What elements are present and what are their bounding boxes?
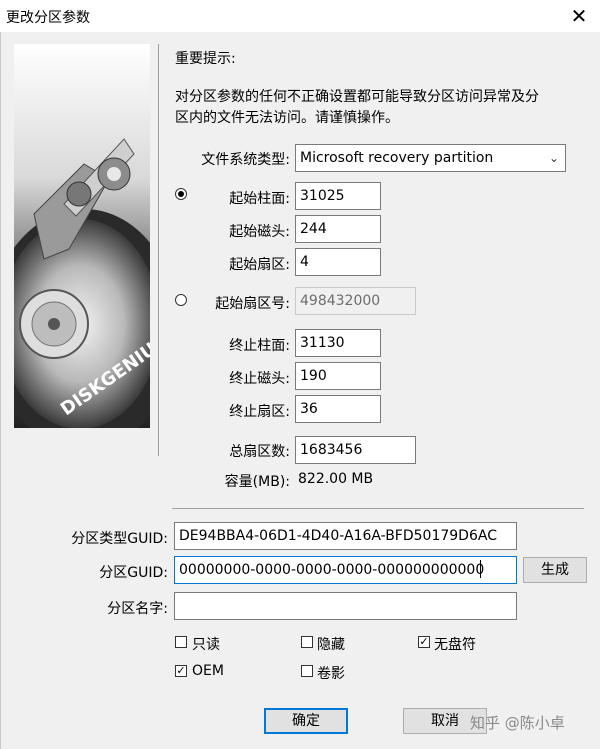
notice-line-2: 区内的文件无法访问。请谨慎操作。 <box>175 110 399 126</box>
ok-button[interactable]: 确定 <box>264 708 348 734</box>
start-sector-input[interactable]: 4 <box>295 248 381 276</box>
generate-guid-button[interactable]: 生成 <box>523 557 587 583</box>
close-button[interactable]: ✕ <box>565 3 593 29</box>
capacity-label: 容量(MB): <box>224 474 290 490</box>
start-head-label: 起始磁头: <box>229 224 290 240</box>
readonly-checkbox[interactable] <box>175 636 187 648</box>
text-caret <box>480 560 481 578</box>
type-guid-label: 分区类型GUID: <box>71 531 168 547</box>
no-drive-letter-checkbox[interactable]: ✓ <box>418 636 430 648</box>
start-lba-input[interactable]: 498432000 <box>295 287 416 315</box>
checkmark-icon: ✓ <box>176 664 186 677</box>
window-title: 更改分区参数 <box>6 10 90 26</box>
horizontal-divider <box>172 508 584 509</box>
fs-type-label: 文件系统类型: <box>201 152 290 168</box>
end-head-label: 终止磁头: <box>229 371 290 387</box>
total-sectors-input[interactable]: 1683456 <box>295 436 416 464</box>
partition-name-input[interactable] <box>174 592 517 620</box>
chevron-down-icon: ⌄ <box>548 151 559 165</box>
fs-type-select[interactable]: Microsoft recovery partition ⌄ <box>295 144 566 172</box>
notice-heading: 重要提示: <box>175 51 236 67</box>
hidden-label[interactable]: 隐藏 <box>317 634 345 654</box>
end-cylinder-input[interactable]: 31130 <box>295 329 381 357</box>
watermark-text: 知乎 @陈小卓 <box>470 714 565 732</box>
end-cylinder-label: 终止柱面: <box>229 338 290 354</box>
type-guid-input[interactable]: DE94BBA4-06D1-4D40-A16A-BFD50179D6AC <box>174 522 517 550</box>
start-cylinder-input[interactable]: 31025 <box>295 182 381 210</box>
window-border <box>0 32 1 749</box>
total-sectors-label: 总扇区数: <box>229 444 290 460</box>
hard-disk-illustration: DISKGENIUS <box>14 44 150 428</box>
oem-checkbox[interactable]: ✓ <box>175 665 187 677</box>
hidden-checkbox[interactable] <box>301 636 313 648</box>
no-drive-letter-label[interactable]: 无盘符 <box>434 634 476 654</box>
shadow-copy-checkbox[interactable] <box>301 665 313 677</box>
start-head-input[interactable]: 244 <box>295 215 381 243</box>
shadow-copy-label[interactable]: 卷影 <box>317 663 345 683</box>
vertical-divider <box>158 44 159 456</box>
title-bar <box>0 0 600 32</box>
lba-mode-radio[interactable] <box>175 294 187 306</box>
notice-line-1: 对分区参数的任何不正确设置都可能导致分区访问异常及分 <box>175 89 539 105</box>
end-sector-input[interactable]: 36 <box>295 395 381 423</box>
start-sector-label: 起始扇区: <box>229 257 290 273</box>
partition-guid-input[interactable]: 00000000-0000-0000-0000-000000000000 <box>174 556 517 584</box>
checkmark-icon: ✓ <box>419 635 429 648</box>
end-head-input[interactable]: 190 <box>295 362 381 390</box>
end-sector-label: 终止扇区: <box>229 404 290 420</box>
capacity-value: 822.00 MB <box>298 471 374 487</box>
readonly-label[interactable]: 只读 <box>192 634 220 654</box>
fs-type-value: Microsoft recovery partition <box>300 150 494 166</box>
partition-name-label: 分区名字: <box>107 601 168 617</box>
start-cylinder-label: 起始柱面: <box>229 191 290 207</box>
chs-mode-radio[interactable] <box>175 188 187 200</box>
start-lba-label: 起始扇区号: <box>215 296 290 312</box>
partition-guid-label: 分区GUID: <box>99 565 168 581</box>
oem-label[interactable]: OEM <box>192 663 224 679</box>
